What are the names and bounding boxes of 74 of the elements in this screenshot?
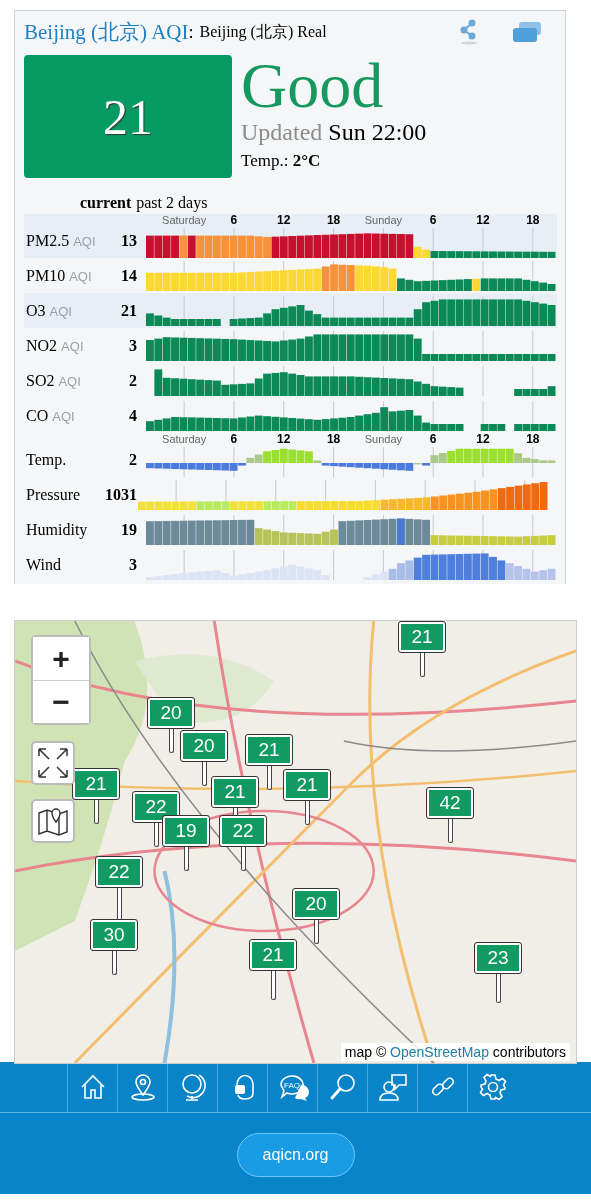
- updated-time: Updated Sun 22:00: [241, 118, 427, 147]
- aqi-value: 21: [24, 55, 232, 178]
- time-axis-label: 12: [476, 214, 490, 226]
- marker-pin: [496, 973, 501, 1003]
- station-marker[interactable]: 42: [427, 788, 473, 818]
- station-marker[interactable]: 21: [246, 735, 292, 765]
- expand-icon: [36, 746, 70, 780]
- station-marker[interactable]: 30: [91, 920, 137, 950]
- time-axis-label: 12: [476, 433, 490, 445]
- person-chat-icon: [376, 1071, 409, 1103]
- map-layers-button[interactable]: [31, 799, 75, 843]
- aqi-status: Good: [241, 55, 385, 117]
- station-marker[interactable]: 21: [284, 770, 330, 800]
- zoom-out-button[interactable]: −: [33, 680, 89, 723]
- time-axis-label: 18: [326, 214, 341, 226]
- metric-label: PM2.5 AQI: [25, 232, 97, 251]
- metric-value: 1031: [104, 485, 137, 504]
- time-axis-label: 18: [526, 433, 540, 445]
- metric-value: 2: [128, 451, 137, 470]
- time-axis-label: Sunday: [364, 433, 403, 445]
- station-marker[interactable]: 19: [163, 816, 209, 846]
- time-axis-label: 18: [326, 433, 341, 445]
- marker-pin: [271, 970, 276, 1000]
- metric-label: Wind: [25, 555, 62, 574]
- metric-label: Humidity: [25, 520, 89, 539]
- time-axis-label: Saturday: [162, 433, 207, 445]
- station-marker[interactable]: 21: [212, 777, 258, 807]
- time-axis-label: 6: [230, 433, 238, 445]
- station-marker[interactable]: 22: [220, 816, 266, 846]
- station-marker[interactable]: 21: [399, 622, 445, 652]
- station-marker[interactable]: 20: [293, 889, 339, 919]
- period-tab[interactable]: past 2 days: [136, 194, 208, 214]
- station-marker[interactable]: 21: [73, 769, 119, 799]
- time-axis-label: 12: [277, 214, 291, 226]
- time-axis-label: Sunday: [364, 214, 403, 226]
- metric-label: Temp.: [25, 451, 68, 471]
- metric-label: CO AQI: [25, 406, 76, 425]
- metric-value: 21: [120, 301, 137, 320]
- city-title[interactable]: Beijing (北京) AQI: [24, 18, 189, 46]
- time-axis-label: 6: [429, 433, 437, 445]
- openstreetmap-link[interactable]: OpenStreetMap: [390, 1044, 489, 1060]
- stacked-windows-icon[interactable]: [511, 20, 543, 44]
- station-marker[interactable]: 21: [250, 940, 296, 970]
- title-separator: :: [188, 21, 194, 43]
- metric-label: SO2 AQI: [25, 371, 82, 390]
- metric-label: NO2 AQI: [25, 336, 85, 355]
- faq-button[interactable]: FAQ: [267, 1062, 317, 1112]
- temperature-reading: Temp.: 2°C: [241, 151, 322, 171]
- station-marker[interactable]: 23: [475, 943, 521, 973]
- map-attribution: map © OpenStreetMap contributors: [340, 1043, 570, 1061]
- station-marker[interactable]: 22: [96, 857, 142, 887]
- site-link-button[interactable]: aqicn.org: [236, 1133, 355, 1177]
- metric-value: 2: [128, 371, 137, 390]
- metric-label: PM10 AQI: [25, 266, 93, 285]
- metric-value: 14: [120, 266, 137, 285]
- time-axis-label: Saturday: [162, 214, 207, 226]
- metric-value: 13: [120, 232, 137, 251]
- time-axis-label: 12: [277, 433, 291, 445]
- station-marker[interactable]: 20: [181, 731, 227, 761]
- station-marker[interactable]: 22: [133, 792, 179, 822]
- metric-label: Pressure: [25, 485, 82, 504]
- metric-label: O3 AQI: [25, 301, 73, 320]
- time-axis-label: 6: [230, 214, 238, 226]
- metric-value: 3: [128, 555, 137, 574]
- period-tab[interactable]: current: [80, 194, 132, 214]
- time-axis-label: 18: [526, 214, 540, 226]
- metric-value: 19: [120, 520, 137, 539]
- metric-value: 3: [128, 336, 137, 355]
- station-marker[interactable]: 20: [148, 698, 194, 728]
- metric-value: 4: [128, 406, 137, 425]
- time-axis-label: 6: [429, 214, 437, 226]
- map[interactable]: 21 20 20 21 21 22 21 21 19 22 42 22 20 30 21 23 + − map © OpenStreetMap contributors: [14, 620, 577, 1064]
- fullscreen-button[interactable]: [31, 741, 75, 785]
- station-name: Beijing (北京) Real: [199, 21, 327, 43]
